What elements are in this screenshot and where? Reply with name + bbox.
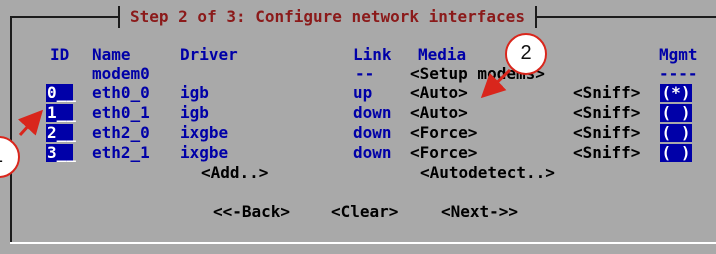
callout-one-label: 1: [0, 145, 3, 168]
arrow-to-id-field: [17, 109, 44, 137]
callout-two-label: 2: [520, 42, 532, 64]
annotation-arrows: [17, 68, 512, 137]
callout-two-marker: 2: [505, 33, 547, 75]
arrow-to-media-button: [480, 68, 512, 99]
